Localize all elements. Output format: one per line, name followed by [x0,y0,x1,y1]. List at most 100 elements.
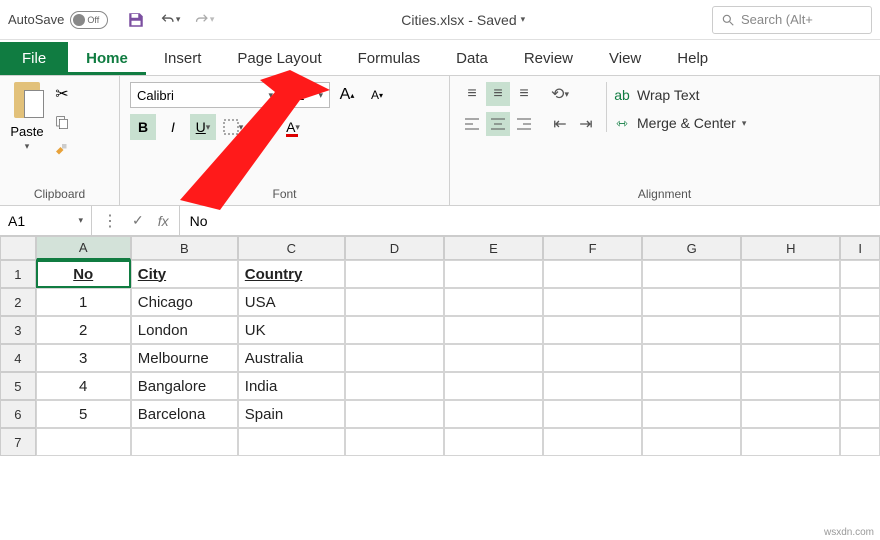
row-head[interactable]: 3 [0,316,36,344]
cell[interactable] [840,400,880,428]
cell[interactable]: Spain [238,400,345,428]
cell[interactable] [840,344,880,372]
row-head[interactable]: 4 [0,344,36,372]
cell[interactable] [345,288,444,316]
col-head-i[interactable]: I [840,236,880,260]
align-bottom-icon[interactable]: ≡ [512,82,536,106]
cell[interactable] [444,344,543,372]
cell[interactable] [543,316,642,344]
cell[interactable] [741,372,840,400]
cell[interactable] [543,372,642,400]
increase-indent-icon[interactable]: ⇥ [574,112,598,136]
cell[interactable] [741,428,840,456]
document-title[interactable]: Cities.xlsx - Saved ▾ [214,12,712,28]
shrink-font-icon[interactable]: A▾ [364,82,390,108]
cell[interactable]: 3 [36,344,131,372]
cell[interactable]: Chicago [131,288,238,316]
cell[interactable] [345,372,444,400]
chevron-down-icon[interactable]: ▾ [25,141,30,152]
cell[interactable]: Australia [238,344,345,372]
grow-font-icon[interactable]: A▴ [334,82,360,108]
tab-home[interactable]: Home [68,42,146,75]
fx-cancel-icon[interactable]: ✓ [132,212,144,229]
undo-icon[interactable]: ▾ [160,10,180,30]
cell[interactable] [840,260,880,288]
cell[interactable]: 2 [36,316,131,344]
cell[interactable] [840,288,880,316]
cell[interactable] [444,372,543,400]
cell[interactable] [543,428,642,456]
cell[interactable]: London [131,316,238,344]
cut-icon[interactable]: ✂ [52,84,72,104]
font-name-select[interactable]: Calibri▾ [130,82,280,108]
tab-review[interactable]: Review [506,42,591,75]
col-head-e[interactable]: E [444,236,543,260]
merge-center-button[interactable]: ⇿ Merge & Center ▾ [613,114,746,132]
cell[interactable]: Barcelona [131,400,238,428]
align-middle-icon[interactable]: ≡ [486,82,510,106]
format-painter-icon[interactable] [52,140,72,160]
col-head-a[interactable]: A [36,236,131,260]
fx-colon-icon[interactable]: ⋮ [102,211,118,231]
cell[interactable] [345,316,444,344]
cell[interactable]: 5 [36,400,131,428]
cell[interactable]: Bangalore [131,372,238,400]
tab-formulas[interactable]: Formulas [340,42,439,75]
row-head[interactable]: 5 [0,372,36,400]
col-head-c[interactable]: C [238,236,345,260]
tab-file[interactable]: File [0,42,68,75]
tab-help[interactable]: Help [659,42,726,75]
row-head[interactable]: 7 [0,428,36,456]
paste-button[interactable]: Paste ▾ [10,82,44,152]
cell[interactable]: USA [238,288,345,316]
search-input[interactable]: Search (Alt+ [712,6,872,34]
cell[interactable] [238,428,345,456]
decrease-indent-icon[interactable]: ⇤ [548,112,572,136]
col-head-b[interactable]: B [131,236,238,260]
cell[interactable] [543,260,642,288]
toggle-switch[interactable]: Off [70,11,108,29]
tab-insert[interactable]: Insert [146,42,220,75]
italic-button[interactable]: I [160,114,186,140]
cell[interactable] [345,400,444,428]
cell[interactable] [345,260,444,288]
cell[interactable] [444,260,543,288]
autosave-toggle[interactable]: AutoSave Off [8,11,108,29]
cell[interactable] [444,288,543,316]
cell[interactable] [741,260,840,288]
select-all-corner[interactable] [0,236,36,260]
cell[interactable]: 4 [36,372,131,400]
row-head[interactable]: 6 [0,400,36,428]
cell[interactable] [642,372,741,400]
align-top-icon[interactable]: ≡ [460,82,484,106]
cell[interactable] [741,288,840,316]
cell[interactable]: City [131,260,238,288]
align-center-icon[interactable] [486,112,510,136]
cell[interactable]: Melbourne [131,344,238,372]
cell[interactable]: Country [238,260,345,288]
cell[interactable] [840,316,880,344]
cell[interactable] [36,428,131,456]
cell[interactable] [840,372,880,400]
cell[interactable] [642,260,741,288]
cell[interactable] [741,400,840,428]
cell[interactable] [345,428,444,456]
row-head[interactable]: 2 [0,288,36,316]
fx-icon[interactable]: fx [158,213,169,229]
col-head-h[interactable]: H [741,236,840,260]
tab-data[interactable]: Data [438,42,506,75]
name-box[interactable]: A1 ▾ [0,206,92,235]
cell[interactable]: UK [238,316,345,344]
cell[interactable] [444,400,543,428]
formula-input[interactable]: No [180,213,880,229]
cell[interactable] [741,316,840,344]
cell[interactable] [642,344,741,372]
cell[interactable] [642,288,741,316]
cell[interactable]: No [36,260,131,288]
bold-button[interactable]: B [130,114,156,140]
font-size-select[interactable]: 11▾ [284,82,330,108]
wrap-text-button[interactable]: ab Wrap Text [613,86,746,104]
row-head[interactable]: 1 [0,260,36,288]
cell[interactable] [642,400,741,428]
align-right-icon[interactable] [512,112,536,136]
